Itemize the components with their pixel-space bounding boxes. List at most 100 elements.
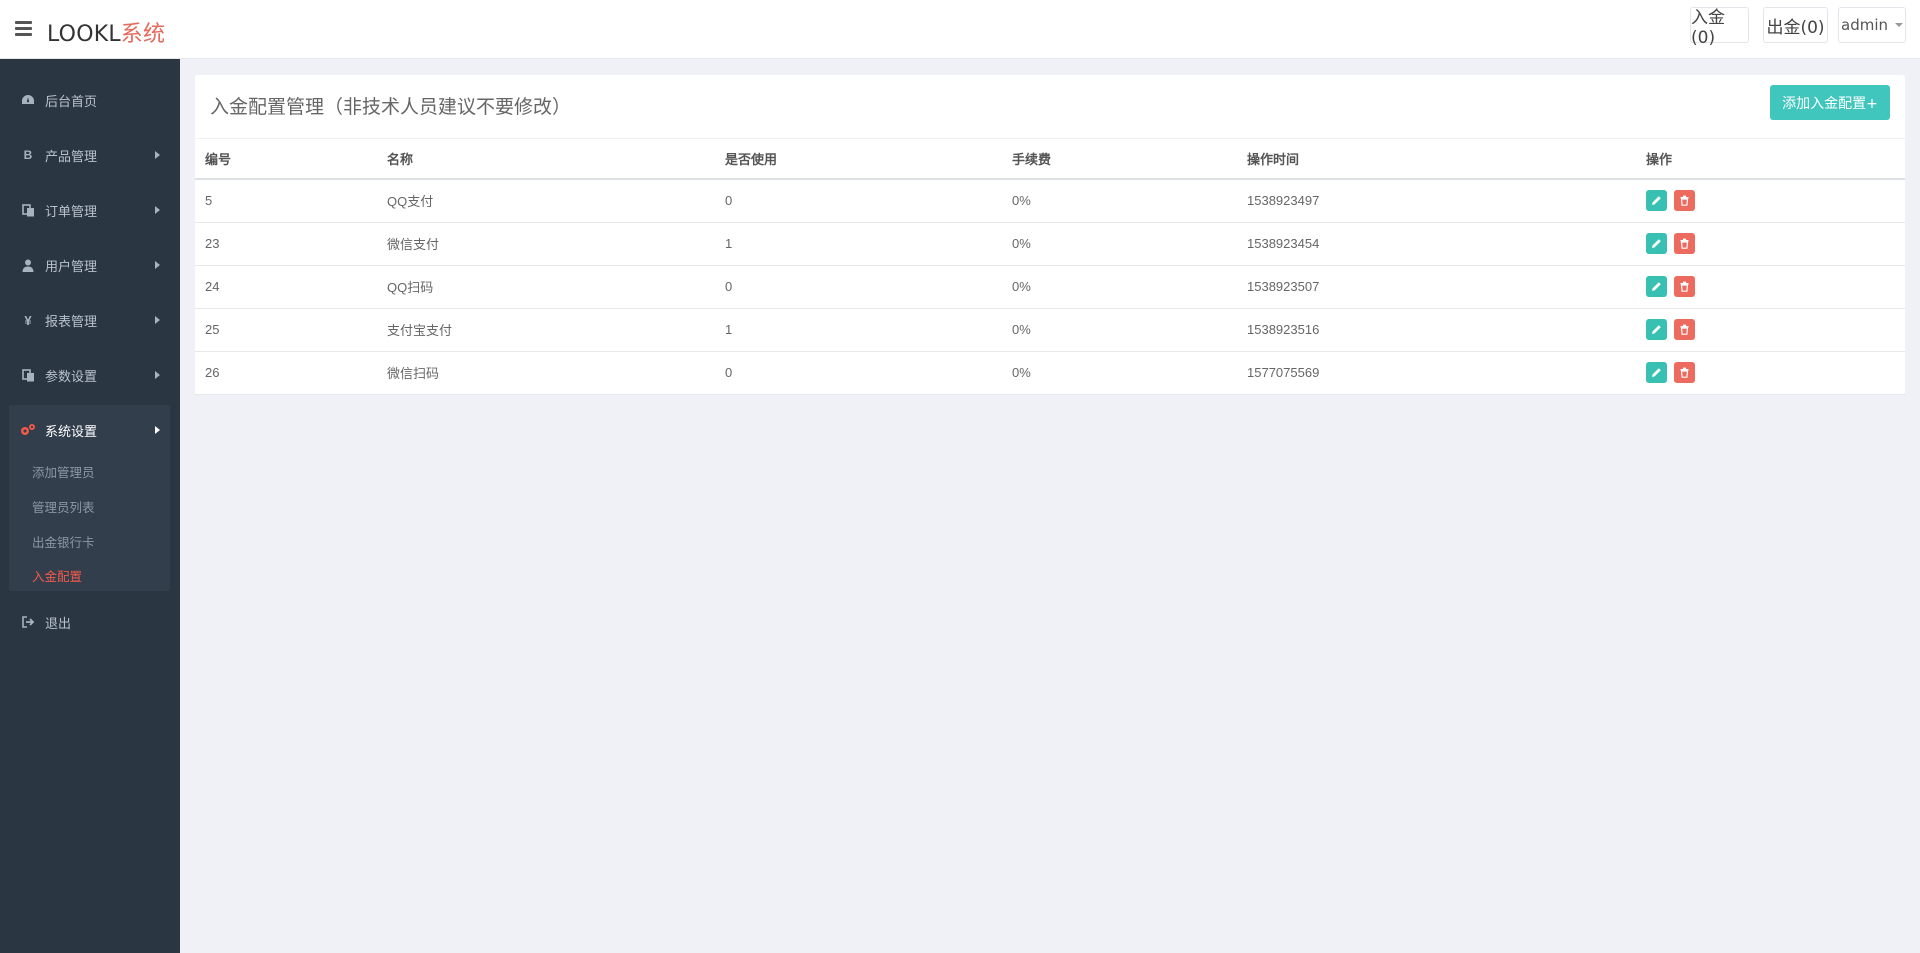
copy-icon (20, 203, 36, 217)
pencil-icon (1652, 282, 1661, 291)
cell-time: 1538923497 (1237, 179, 1636, 223)
bitcoin-icon: B (23, 148, 33, 162)
user-name: admin (1841, 16, 1888, 34)
cell-time: 1577075569 (1237, 351, 1636, 395)
column-header-enabled: 是否使用 (715, 139, 1002, 180)
trash-icon (1680, 195, 1689, 207)
trash-icon (1680, 324, 1689, 335)
cell-fee: 0% (1002, 351, 1237, 395)
brand-accent: 系统 (120, 22, 166, 47)
edit-button[interactable] (1646, 233, 1667, 254)
table-row: 23 微信支付 1 0% 1538923454 (195, 222, 1905, 266)
copy-icon (20, 368, 36, 382)
submenu-item-deposit-config[interactable]: 入金配置 (32, 566, 82, 585)
sidebar-item-logout[interactable]: 退出 (0, 602, 180, 642)
column-header-name: 名称 (377, 139, 715, 180)
submenu-item-admin-list[interactable]: 管理员列表 (32, 497, 95, 516)
brand-logo: LOOKL系统 (47, 16, 165, 48)
cell-enabled: 1 (715, 308, 1002, 352)
cell-time: 1538923454 (1237, 222, 1636, 266)
column-header-time: 操作时间 (1237, 139, 1636, 180)
cell-actions (1636, 179, 1905, 223)
edit-button[interactable] (1646, 276, 1667, 297)
page-title: 入金配置管理（非技术人员建议不要修改） (210, 96, 572, 118)
cell-name: QQ支付 (377, 179, 715, 223)
withdraw-count-button[interactable]: 出金(0) (1763, 7, 1828, 43)
cell-id: 25 (195, 308, 377, 352)
cell-actions (1636, 308, 1905, 352)
menu-toggle-icon[interactable] (15, 21, 32, 36)
cell-enabled: 0 (715, 265, 1002, 309)
trash-icon (1680, 367, 1689, 378)
dashboard-icon (20, 93, 36, 107)
user-menu-dropdown[interactable]: admin (1838, 7, 1906, 43)
cell-fee: 0% (1002, 222, 1237, 266)
table-row: 26 微信扫码 0 0% 1577075569 (195, 351, 1905, 395)
deposit-count-button[interactable]: 入金(0) (1690, 7, 1749, 48)
sidebar-item-reports[interactable]: ¥ 报表管理 (0, 300, 180, 340)
cell-name: QQ扫码 (377, 265, 715, 309)
delete-button[interactable] (1673, 276, 1695, 297)
sidebar-item-label: 产品管理 (45, 148, 98, 164)
cell-time: 1538923516 (1237, 308, 1636, 352)
brand-main: LOOKL (47, 22, 121, 47)
chevron-right-icon (155, 371, 160, 379)
table-row: 25 支付宝支付 1 0% 1538923516 (195, 308, 1905, 352)
delete-button[interactable] (1673, 362, 1695, 383)
trash-icon (1680, 281, 1689, 292)
sidebar: 后台首页 B 产品管理 订单管理 用户管理 ¥ 报表管理 参数设置 系统设置 添… (0, 59, 180, 953)
delete-button[interactable] (1673, 233, 1695, 254)
sign-out-icon (20, 615, 36, 629)
chevron-right-icon (155, 426, 160, 434)
sidebar-item-system-settings[interactable]: 系统设置 (0, 410, 180, 450)
table-row: 5 QQ支付 0 0% 1538923497 (195, 179, 1905, 223)
cell-actions (1636, 265, 1905, 309)
submenu-item-withdraw-bank-card[interactable]: 出金银行卡 (32, 532, 95, 551)
sidebar-item-dashboard[interactable]: 后台首页 (0, 80, 180, 120)
cell-name: 微信支付 (377, 222, 715, 266)
sidebar-item-label: 用户管理 (45, 258, 98, 274)
gears-icon (20, 423, 36, 437)
cell-id: 26 (195, 351, 377, 395)
sidebar-item-label: 参数设置 (45, 368, 98, 384)
sidebar-item-users[interactable]: 用户管理 (0, 245, 180, 285)
chevron-right-icon (155, 206, 160, 214)
cell-enabled: 0 (715, 179, 1002, 223)
sidebar-item-label: 退出 (45, 615, 72, 631)
chevron-right-icon (155, 261, 160, 269)
chevron-down-icon (1895, 23, 1903, 27)
edit-button[interactable] (1646, 319, 1667, 340)
cell-enabled: 0 (715, 351, 1002, 395)
delete-button[interactable] (1673, 190, 1695, 212)
table-row: 24 QQ扫码 0 0% 1538923507 (195, 265, 1905, 309)
edit-button[interactable] (1646, 190, 1667, 212)
trash-icon (1680, 238, 1689, 249)
cell-time: 1538923507 (1237, 265, 1636, 309)
sidebar-item-label: 订单管理 (45, 203, 98, 219)
chevron-right-icon (155, 151, 160, 159)
user-icon (20, 258, 36, 272)
yen-icon: ¥ (24, 312, 32, 328)
cell-id: 24 (195, 265, 377, 309)
cell-id: 23 (195, 222, 377, 266)
sidebar-item-orders[interactable]: 订单管理 (0, 190, 180, 230)
pencil-icon (1652, 325, 1661, 334)
sidebar-item-products[interactable]: B 产品管理 (0, 135, 180, 175)
cell-name: 微信扫码 (377, 351, 715, 395)
edit-button[interactable] (1646, 362, 1667, 383)
cell-actions (1636, 222, 1905, 266)
delete-button[interactable] (1673, 319, 1695, 340)
cell-fee: 0% (1002, 179, 1237, 223)
column-header-id: 编号 (195, 139, 377, 180)
submenu-item-add-admin[interactable]: 添加管理员 (32, 462, 95, 481)
chevron-right-icon (155, 316, 160, 324)
pencil-icon (1652, 239, 1661, 248)
cell-actions (1636, 351, 1905, 395)
column-header-fee: 手续费 (1002, 139, 1237, 180)
sidebar-item-label: 后台首页 (45, 93, 98, 109)
sidebar-item-label: 系统设置 (45, 423, 98, 439)
column-header-actions: 操作 (1636, 139, 1905, 180)
add-deposit-config-button[interactable]: 添加入金配置+ (1770, 85, 1890, 120)
sidebar-item-params[interactable]: 参数设置 (0, 355, 180, 395)
deposit-config-panel: 入金配置管理（非技术人员建议不要修改） 添加入金配置+ 编号 名称 是否使用 手… (195, 75, 1905, 395)
